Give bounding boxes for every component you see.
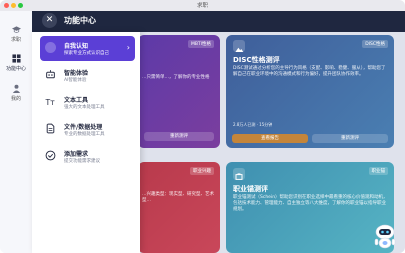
- card-tag: 职业兴趣: [190, 167, 214, 175]
- grid-icon: [11, 54, 21, 63]
- menu-item-file-data[interactable]: 文件/数据处理 专业的数据处理工具: [40, 117, 135, 142]
- view-report-button[interactable]: 查看报告: [232, 134, 308, 143]
- robot-icon: [46, 70, 55, 79]
- rail-label-mine: 我的: [10, 96, 21, 102]
- feature-drawer: 自我认知 探索专业方式认识自己 › 智能体验 AI智能体验 Tт 文本工具 强大…: [32, 32, 140, 253]
- rail-label-feature-center: 功能中心: [5, 66, 26, 72]
- check-circle-icon: [45, 150, 56, 161]
- card-title: 职业锚测评: [233, 185, 268, 193]
- menu-item-ai-experience[interactable]: 智能体验 AI智能体验: [40, 63, 135, 88]
- card-desc: …只需简单…，了解你的专业性格: [142, 75, 210, 80]
- side-rail: 求职 功能中心 我的: [0, 11, 33, 253]
- card-icon-box: [233, 168, 245, 180]
- window-title: 求职: [196, 3, 208, 9]
- menu-item-self-awareness[interactable]: 自我认知 探索专业方式认识自己 ›: [40, 36, 135, 61]
- rail-item-feature-center[interactable]: 功能中心: [0, 54, 32, 72]
- disc-card[interactable]: DISC性格 DISC性格测评 DISC测试通过分析您的主导行为风格（支配、影响…: [226, 35, 394, 148]
- rail-item-jobs[interactable]: 求职: [0, 25, 32, 43]
- menu-desc: 强大的文本处理工具: [64, 105, 105, 110]
- card-desc: DISC测试通过分析您的主导行为风格（支配、影响、稳健、服从），帮助您了解自己在…: [233, 66, 386, 77]
- card-desc: …兴趣类型：现实型、研究型、艺术型…: [142, 192, 214, 203]
- card-icon-box: [233, 40, 245, 52]
- mountain-icon: [235, 47, 244, 52]
- card-tag: DISC性格: [362, 40, 388, 48]
- menu-desc: 专业的数据处理工具: [64, 132, 105, 137]
- retest-button[interactable]: 重新测评: [312, 134, 388, 143]
- menu-title: 文件/数据处理: [64, 124, 103, 131]
- retest-button[interactable]: 重新测评: [144, 132, 214, 141]
- rail-label-jobs: 求职: [10, 37, 21, 43]
- menu-desc: 探索专业方式认识自己: [64, 51, 109, 56]
- anchor-icon: [235, 173, 243, 180]
- career-interest-card[interactable]: 职业兴趣 …兴趣类型：现实型、研究型、艺术型…: [138, 162, 220, 253]
- close-drawer-button[interactable]: ✕: [42, 13, 57, 28]
- menu-desc: 提交功能需求建议: [64, 159, 100, 164]
- robot-mascot-icon[interactable]: [370, 220, 400, 250]
- menu-title: 文本工具: [64, 97, 89, 104]
- rail-item-mine[interactable]: 我的: [0, 84, 32, 102]
- menu-item-add-request[interactable]: 添加需求 提交功能需求建议: [40, 144, 135, 169]
- text-icon: Tт: [45, 98, 55, 107]
- document-icon: [46, 123, 55, 134]
- card-desc: 职业锚测试（Schein）帮助您识别在职业选择中最看重的核心价值观和动机，包括技…: [233, 195, 388, 212]
- app-window: 求职 求职 功能中心 我的 MBTI性格 …只需简单…，了解你的专业性格 重新测…: [0, 0, 405, 253]
- menu-title: 智能体验: [64, 70, 89, 77]
- brain-icon: [45, 42, 56, 53]
- menu-item-text-tools[interactable]: Tт 文本工具 强大的文本处理工具: [40, 90, 135, 115]
- menu-desc: AI智能体验: [64, 78, 87, 83]
- career-anchor-card[interactable]: 职业锚 职业锚测评 职业锚测试（Schein）帮助您识别在职业选择中最看重的核心…: [226, 162, 394, 253]
- chevron-right-icon: ›: [126, 43, 130, 52]
- title-bar: 求职: [0, 0, 405, 11]
- svg-text:Tт: Tт: [45, 98, 55, 107]
- menu-title: 添加需求: [64, 151, 89, 158]
- card-title: DISC性格测评: [233, 56, 280, 64]
- card-meta: 2.8万人已测 · 15分钟: [233, 122, 273, 127]
- user-icon: [12, 84, 20, 93]
- hat-icon: [11, 26, 21, 33]
- mbti-card[interactable]: MBTI性格 …只需简单…，了解你的专业性格 重新测评: [138, 35, 220, 148]
- card-tag: 职业锚: [368, 167, 388, 175]
- page-title: 功能中心: [64, 16, 96, 25]
- menu-title: 自我认知: [64, 43, 89, 50]
- card-tag: MBTI性格: [187, 40, 214, 48]
